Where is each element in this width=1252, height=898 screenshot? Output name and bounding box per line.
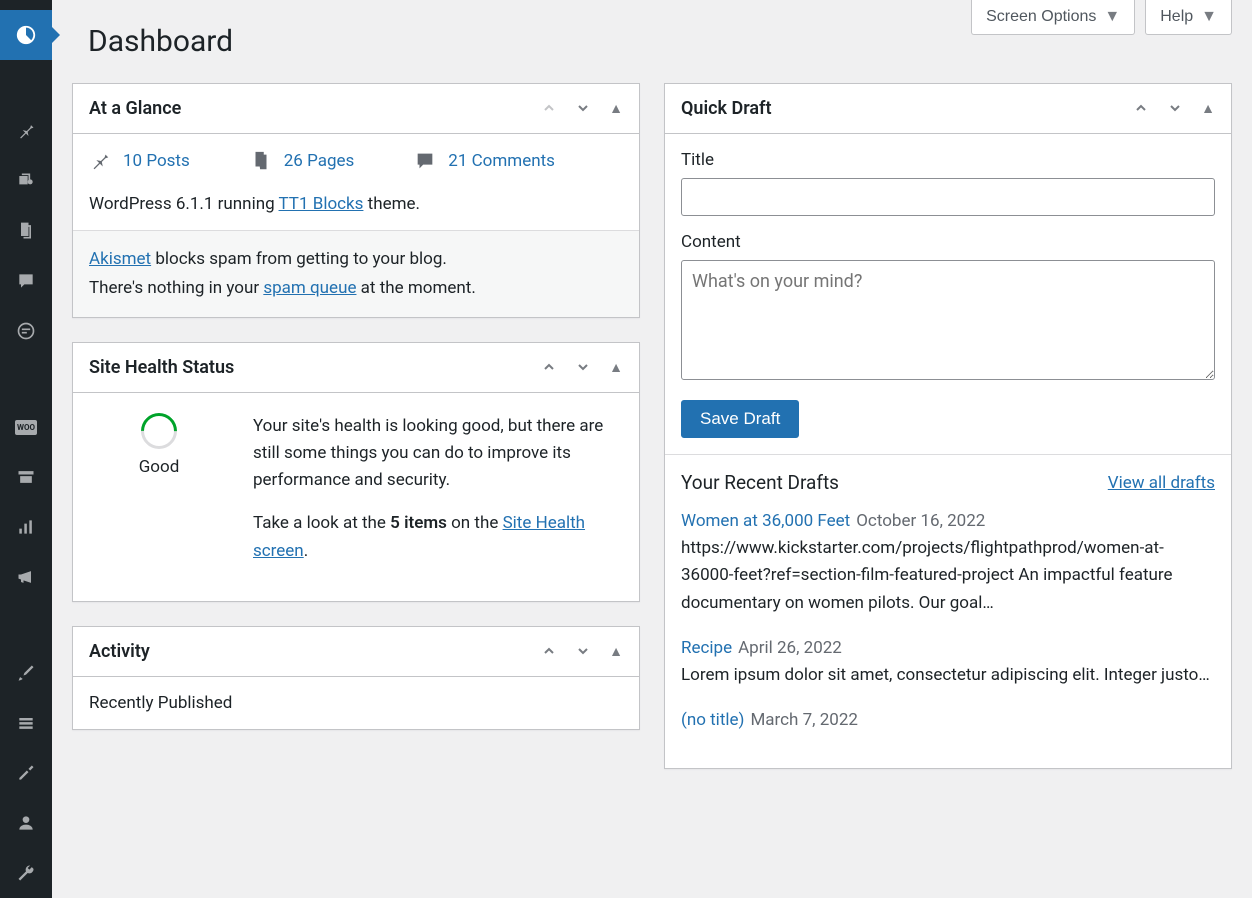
- chevron-down-icon: ▼: [1104, 8, 1120, 26]
- pages-icon: [250, 150, 272, 172]
- draft-title-input[interactable]: [681, 178, 1215, 216]
- archive-icon: [16, 467, 36, 487]
- health-status-label: Good: [139, 457, 180, 477]
- help-button[interactable]: Help ▼: [1145, 0, 1232, 35]
- theme-link[interactable]: TT1 Blocks: [279, 194, 364, 214]
- screen-options-button[interactable]: Screen Options ▼: [971, 0, 1135, 35]
- recent-drafts-title: Your Recent Drafts: [681, 471, 839, 494]
- move-up-icon[interactable]: [541, 643, 557, 660]
- wrench-icon: [16, 863, 36, 883]
- draft-item: Women at 36,000 Feet October 16, 2022 htt…: [681, 508, 1215, 617]
- draft-excerpt: Lorem ipsum dolor sit amet, consectetur …: [681, 662, 1215, 689]
- draft-excerpt: https://www.kickstarter.com/projects/fli…: [681, 535, 1215, 617]
- draft-content-textarea[interactable]: [681, 260, 1215, 380]
- sidebar-item-media[interactable]: [0, 156, 52, 206]
- sidebar-item-feedback[interactable]: [0, 306, 52, 356]
- chevron-down-icon: ▼: [1201, 8, 1217, 26]
- widget-title: At a Glance: [89, 98, 181, 119]
- widget-activity: Activity ▲ Recently Published: [72, 626, 640, 730]
- move-down-icon[interactable]: [575, 359, 591, 376]
- sidebar-item-users[interactable]: [0, 798, 52, 848]
- media-icon: [16, 171, 36, 191]
- screen-options-label: Screen Options: [986, 8, 1096, 26]
- tools-icon: [16, 763, 36, 783]
- pin-icon: [16, 121, 36, 141]
- activity-subtitle: Recently Published: [89, 693, 623, 713]
- health-description: Your site's health is looking good, but …: [253, 413, 623, 495]
- widget-title: Activity: [89, 641, 150, 662]
- draft-item: (no title) March 7, 2022: [681, 707, 1215, 734]
- sidebar-item-comments[interactable]: [0, 256, 52, 306]
- akismet-link[interactable]: Akismet: [89, 249, 151, 269]
- admin-sidebar: WOO: [0, 0, 52, 898]
- toggle-icon[interactable]: ▲: [609, 359, 623, 376]
- sidebar-item-analytics[interactable]: [0, 502, 52, 552]
- draft-title-link[interactable]: Women at 36,000 Feet: [681, 511, 850, 531]
- draft-date: October 16, 2022: [856, 511, 985, 531]
- move-up-icon[interactable]: [541, 359, 557, 376]
- move-down-icon[interactable]: [1167, 100, 1183, 117]
- sidebar-item-pages[interactable]: [0, 206, 52, 256]
- move-down-icon[interactable]: [575, 643, 591, 660]
- toggle-icon[interactable]: ▲: [1201, 100, 1215, 117]
- widget-at-a-glance: At a Glance ▲ 10 Posts: [72, 83, 640, 318]
- sidebar-item-woocommerce[interactable]: WOO: [0, 402, 52, 452]
- draft-title-link[interactable]: (no title): [681, 710, 744, 730]
- toggle-icon[interactable]: ▲: [609, 100, 623, 117]
- widget-title: Quick Draft: [681, 98, 772, 119]
- draft-title-link[interactable]: Recipe: [681, 638, 732, 658]
- sidebar-item-marketing[interactable]: [0, 552, 52, 602]
- draft-date: April 26, 2022: [738, 638, 842, 658]
- dashboard-icon: [15, 24, 37, 46]
- posts-link[interactable]: 10 Posts: [123, 151, 190, 171]
- widget-title: Site Health Status: [89, 357, 234, 378]
- sidebar-item-tools[interactable]: [0, 748, 52, 798]
- woo-icon: WOO: [15, 420, 37, 435]
- draft-date: March 7, 2022: [750, 710, 858, 730]
- move-up-icon[interactable]: [541, 100, 557, 117]
- toggle-icon[interactable]: ▲: [609, 643, 623, 660]
- comments-link[interactable]: 21 Comments: [448, 151, 555, 171]
- analytics-icon: [16, 517, 36, 537]
- sidebar-item-settings[interactable]: [0, 848, 52, 898]
- save-draft-button[interactable]: Save Draft: [681, 400, 799, 438]
- pages-link[interactable]: 26 Pages: [284, 151, 355, 171]
- sidebar-item-products[interactable]: [0, 452, 52, 502]
- sidebar-item-appearance[interactable]: [0, 648, 52, 698]
- draft-item: Recipe April 26, 2022 Lorem ipsum dolor s…: [681, 635, 1215, 689]
- title-label: Title: [681, 150, 1215, 170]
- health-indicator-icon: [134, 405, 185, 456]
- wp-version-text: WordPress 6.1.1 running TT1 Blocks theme…: [89, 190, 623, 214]
- pages-icon: [16, 221, 36, 241]
- sidebar-item-posts[interactable]: [0, 106, 52, 156]
- content-label: Content: [681, 232, 1215, 252]
- health-action-text: Take a look at the 5 items on the Site H…: [253, 510, 623, 564]
- spam-queue-link[interactable]: spam queue: [263, 278, 356, 298]
- widget-quick-draft: Quick Draft ▲ Title Conten: [664, 83, 1232, 769]
- view-all-drafts-link[interactable]: View all drafts: [1108, 473, 1215, 493]
- comment-icon: [414, 150, 436, 172]
- comment-icon: [16, 271, 36, 291]
- user-icon: [16, 813, 36, 833]
- widget-site-health: Site Health Status ▲ Good: [72, 342, 640, 602]
- sidebar-item-dashboard[interactable]: [0, 10, 52, 60]
- brush-icon: [16, 663, 36, 683]
- megaphone-icon: [16, 567, 36, 587]
- feedback-icon: [16, 321, 36, 341]
- help-label: Help: [1160, 8, 1193, 26]
- move-up-icon[interactable]: [1133, 100, 1149, 117]
- pin-icon: [89, 150, 111, 172]
- akismet-notice: Akismet blocks spam from getting to your…: [73, 230, 639, 317]
- plugin-icon: [16, 713, 36, 733]
- move-down-icon[interactable]: [575, 100, 591, 117]
- sidebar-item-plugins[interactable]: [0, 698, 52, 748]
